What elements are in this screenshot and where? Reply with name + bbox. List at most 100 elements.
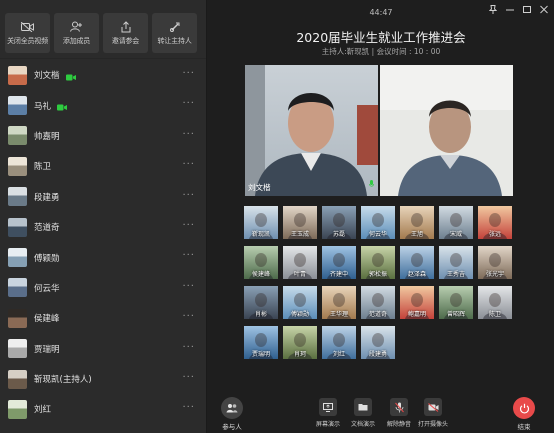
more-options-icon[interactable]: ··· [182,160,195,170]
avatar [8,126,27,146]
participant-row[interactable]: 傅颖勋 ··· [0,242,206,272]
avatar [8,369,27,389]
more-options-icon[interactable]: ··· [182,281,195,292]
tile-name: 陈卫 [488,311,501,318]
meeting-title: 2020届毕业生就业工作推进会 [296,30,466,45]
camera-button[interactable]: 打开摄像头 [418,398,448,428]
participant-row[interactable]: 侯建峰 ··· [0,303,206,333]
unmute-button[interactable]: 解除静音 [387,398,411,428]
more-options-icon[interactable]: ··· [182,372,195,383]
invite-button[interactable]: 邀请参会 [103,13,148,53]
participant-tile[interactable]: 王华理 [322,286,356,319]
camera-on-icon [57,96,68,115]
more-options-icon[interactable]: ··· [182,129,195,140]
participant-name: 马礼 [34,101,52,112]
power-icon [513,397,535,419]
speaker-video[interactable]: 刘文楷 [245,65,378,196]
participant-row[interactable]: 刘红 ··· [0,394,206,424]
participant-tile[interactable]: 苏磊 [322,206,356,239]
end-meeting-button[interactable]: 结束 [513,397,535,431]
more-options-icon[interactable]: ··· [182,190,195,201]
unmute-label: 解除静音 [387,421,412,428]
tile-name: 张光宇 [485,271,504,278]
tile-name: 段建勇 [368,351,387,358]
close-icon[interactable] [540,5,548,17]
participant-tile[interactable]: 张远 [478,206,512,239]
speaker-name: 刘文楷 [248,183,271,192]
add-user-icon [70,21,84,33]
more-options-icon[interactable]: ··· [182,312,195,322]
mute-all-video-button[interactable]: 关闭全员视频 [5,13,50,53]
share-icon [119,20,133,33]
transfer-host-button[interactable]: 转让主持人 [152,13,197,53]
doc-share-label: 文档演示 [351,421,376,428]
more-options-icon[interactable]: ··· [182,403,195,413]
participant-row[interactable]: 马礼 ··· [0,90,206,120]
participant-tile[interactable]: 傅颖勋 [283,286,317,319]
participant-tile[interactable]: 肖彬 [244,286,278,319]
participant-row[interactable]: 贾瑞明 ··· [0,334,206,364]
more-options-icon[interactable]: ··· [182,220,195,231]
participant-tile[interactable]: 陈卫 [478,286,512,319]
more-options-icon[interactable]: ··· [182,342,195,353]
participant-tile[interactable]: 王玉成 [283,206,317,239]
more-options-icon[interactable]: ··· [182,69,195,79]
avatar [8,96,27,116]
participant-tile[interactable]: 齐建中 [322,246,356,279]
minimize-icon[interactable] [506,5,514,17]
transfer-host-label: 转让主持人 [157,36,192,45]
second-video[interactable] [380,65,513,196]
participant-tile[interactable]: 贾瑞明 [244,326,278,359]
participants-panel: 关闭全员视频 添加成员 邀请参会 转让主持人 刘文楷 ··· 马礼 ··· 帅嘉明 ···… [0,0,207,433]
tile-name: 齐建中 [329,271,348,278]
participant-tile[interactable]: 侯建峰 [244,246,278,279]
participants-toolbar: 关闭全员视频 添加成员 邀请参会 转让主持人 [0,0,206,59]
tile-name: 赵泽森 [407,271,426,278]
participant-tile[interactable]: 何云华 [361,206,395,239]
participant-tile[interactable]: 赵泽森 [400,246,434,279]
participants-button[interactable]: 参与人 [221,397,243,431]
doc-share-button[interactable]: 文档演示 [351,398,375,428]
tile-name: 宋威 [449,231,462,238]
participant-tile[interactable]: 肖珂 [283,326,317,359]
tile-name: 曾昭辉 [446,311,465,318]
participant-tile[interactable]: 郭松振 [361,246,395,279]
participant-row[interactable]: 范道奇 ··· [0,212,206,242]
avatar [8,187,27,207]
video-off-icon [21,21,35,33]
more-options-icon[interactable]: ··· [182,99,195,109]
more-options-icon[interactable]: ··· [182,251,195,261]
participant-tile[interactable]: 王旭 [400,206,434,239]
avatar [8,308,27,328]
participant-row[interactable]: 何云华 ··· [0,273,206,303]
participant-row[interactable]: 陈卫 ··· [0,151,206,181]
screen-share-button[interactable]: 屏幕演示 [316,398,340,428]
participants-icon [221,397,243,419]
participant-row[interactable]: 刘文楷 ··· [0,60,206,90]
tile-name: 贾瑞明 [251,351,270,358]
tile-name: 张远 [488,231,501,238]
window-controls [488,5,548,17]
participant-tile[interactable]: 王秀吉 [439,246,473,279]
avatar [8,399,27,419]
participant-name: 贾瑞明 [34,344,60,355]
camera-off-icon [424,398,442,416]
add-member-button[interactable]: 添加成员 [54,13,99,53]
participant-row[interactable]: 帅嘉明 ··· [0,121,206,151]
participant-tile[interactable]: 张光宇 [478,246,512,279]
participant-tile[interactable]: 段建勇 [361,326,395,359]
participant-tile[interactable]: 刘红 [322,326,356,359]
participant-tile[interactable]: 范道奇 [361,286,395,319]
participant-tile[interactable]: 宋威 [439,206,473,239]
pin-icon[interactable] [488,5,498,17]
participant-tile[interactable]: 曾昭辉 [439,286,473,319]
participant-tile[interactable]: 靳现凯 [244,206,278,239]
participant-name: 刘文楷 [34,71,60,82]
participant-tile[interactable]: 鲍嘉明 [400,286,434,319]
participant-row[interactable]: 靳现凯(主持人) ··· [0,364,206,394]
participant-row[interactable]: 段建勇 ··· [0,182,206,212]
participants-label: 参与人 [222,423,242,431]
invite-label: 邀请参会 [111,36,140,45]
restore-icon[interactable] [523,5,531,17]
participant-tile[interactable]: 叶青 [283,246,317,279]
